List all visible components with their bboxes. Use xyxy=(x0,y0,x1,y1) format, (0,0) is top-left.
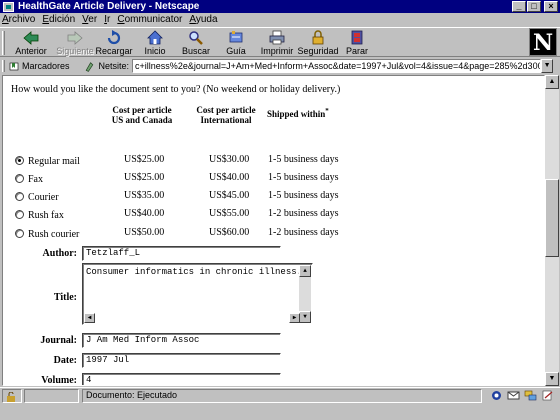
delivery-option-rush-courier: Rush courier US$50.00 US$60.00 1-2 busin… xyxy=(15,227,415,243)
menu-ver[interactable]: Ver xyxy=(82,14,97,25)
status-text: Documento: Ejecutado xyxy=(86,390,178,400)
stop-button[interactable]: Parar xyxy=(335,30,379,58)
title-textarea[interactable]: Consumer informatics in chronic illness.… xyxy=(82,263,313,325)
home-icon xyxy=(147,30,163,45)
minimize-button[interactable]: _ xyxy=(512,1,526,12)
reload-icon xyxy=(107,30,121,45)
url-field[interactable]: c+illness%2e&journal=J+Am+Med+Inform+Ass… xyxy=(132,59,542,73)
bookmarks-button[interactable]: Marcadores xyxy=(9,61,70,71)
journal-label: Journal: xyxy=(40,335,77,346)
radio-rush-fax[interactable] xyxy=(15,210,24,219)
netsite-label-group: Netsite: xyxy=(84,61,130,72)
location-bar-grip[interactable] xyxy=(2,60,5,72)
close-button[interactable]: × xyxy=(544,1,558,12)
printer-icon xyxy=(269,30,285,45)
menu-bar: Archivo Edición Ver Ir Communicator Ayud… xyxy=(0,13,560,26)
component-bar xyxy=(490,390,554,401)
title-textarea-vscrollbar[interactable]: ▲ ▼ xyxy=(299,265,311,323)
toolbar-grip[interactable] xyxy=(2,31,5,55)
date-field[interactable]: 1997 Jul xyxy=(82,353,281,368)
scroll-down-button[interactable]: ▼ xyxy=(545,372,559,386)
search-icon xyxy=(189,31,203,45)
journal-field[interactable]: J Am Med Inform Assoc xyxy=(82,333,281,348)
scroll-up-button[interactable]: ▲ xyxy=(545,75,559,89)
title-bar: HealthGate Article Delivery - Netscape _… xyxy=(0,0,560,13)
stop-icon xyxy=(351,30,363,45)
menu-archivo[interactable]: Archivo xyxy=(2,14,35,25)
lock-icon xyxy=(312,30,324,45)
print-button[interactable]: Imprimir xyxy=(255,30,299,58)
textarea-scroll-up-button[interactable]: ▲ xyxy=(299,265,311,277)
delivery-option-regular-mail: Regular mail US$25.00 US$30.00 1-5 busin… xyxy=(15,154,415,170)
forward-button[interactable]: Siguiente xyxy=(53,30,97,58)
navigator-icon[interactable] xyxy=(490,390,503,401)
header-shipped-within: Shipped within* xyxy=(267,107,329,119)
textarea-scroll-right-button[interactable]: ▶ xyxy=(289,313,300,323)
mail-icon[interactable] xyxy=(507,390,520,401)
reload-button[interactable]: Recargar xyxy=(92,30,136,58)
page-proxy-icon[interactable] xyxy=(84,61,95,72)
radio-courier[interactable] xyxy=(15,192,24,201)
forward-arrow-icon xyxy=(67,31,83,45)
back-button[interactable]: Anterior xyxy=(9,30,53,58)
volume-label: Volume: xyxy=(41,375,77,386)
header-cost-international: Cost per article International xyxy=(196,105,256,125)
netscape-logo[interactable]: N xyxy=(529,28,557,56)
delivery-question: How would you like the document sent to … xyxy=(11,84,341,95)
menu-ayuda[interactable]: Ayuda xyxy=(189,14,217,25)
netscape-window-icon[interactable] xyxy=(3,1,14,12)
status-bar: Documento: Ejecutado xyxy=(0,387,560,404)
radio-fax[interactable] xyxy=(15,174,24,183)
menu-edicion[interactable]: Edición xyxy=(42,14,75,25)
maximize-button[interactable]: □ xyxy=(527,1,541,12)
delivery-option-courier: Courier US$35.00 US$45.00 1-5 business d… xyxy=(15,190,415,206)
unlocked-icon xyxy=(7,391,15,402)
textarea-scroll-left-button[interactable]: ◀ xyxy=(84,313,95,323)
delivery-option-fax: Fax US$25.00 US$40.00 1-5 business days xyxy=(15,172,415,188)
window-bottom-edge xyxy=(0,404,560,420)
home-button[interactable]: Inicio xyxy=(133,30,177,58)
radio-regular-mail[interactable] xyxy=(15,156,24,165)
author-field[interactable]: Tetzlaff_L xyxy=(82,246,281,261)
page-content: How would you like the document sent to … xyxy=(2,75,545,386)
menu-ir[interactable]: Ir xyxy=(104,14,110,25)
location-bar: Marcadores Netsite: c+illness%2e&journal… xyxy=(0,58,560,74)
scroll-thumb[interactable] xyxy=(545,179,559,257)
bookmark-icon xyxy=(9,62,19,70)
menu-communicator[interactable]: Communicator xyxy=(117,14,182,25)
volume-field[interactable]: 4 xyxy=(82,373,281,385)
title-textarea-hscrollbar[interactable]: ◀ ▶ xyxy=(84,313,300,323)
guide-icon xyxy=(229,31,243,43)
search-button[interactable]: Buscar xyxy=(174,30,218,58)
security-indicator[interactable] xyxy=(2,389,22,403)
navigation-toolbar: Anterior Siguiente Recargar Inicio Busca… xyxy=(0,27,560,57)
date-label: Date: xyxy=(53,355,77,366)
bookmarks-label: Marcadores xyxy=(22,61,70,71)
title-label: Title: xyxy=(53,292,77,303)
header-cost-us: Cost per article US and Canada xyxy=(111,105,173,125)
netsite-label: Netsite: xyxy=(98,61,130,71)
guide-button[interactable]: Guía xyxy=(214,30,258,58)
back-arrow-icon xyxy=(23,31,39,45)
radio-rush-courier[interactable] xyxy=(15,229,24,238)
page-vertical-scrollbar[interactable]: ▲ ▼ xyxy=(545,75,559,386)
url-dropdown-button[interactable]: ▼ xyxy=(541,59,554,73)
progress-box xyxy=(24,389,79,403)
title-text: Consumer informatics in chronic illness. xyxy=(86,267,303,277)
textarea-scroll-down-button[interactable]: ▼ xyxy=(299,311,311,323)
window-title: HealthGate Article Delivery - Netscape xyxy=(18,1,200,12)
delivery-option-rush-fax: Rush fax US$40.00 US$55.00 1-2 business … xyxy=(15,208,415,224)
discussions-icon[interactable] xyxy=(524,390,537,401)
security-button[interactable]: Seguridad xyxy=(296,30,340,58)
author-label: Author: xyxy=(42,248,77,259)
composer-icon[interactable] xyxy=(541,390,554,401)
